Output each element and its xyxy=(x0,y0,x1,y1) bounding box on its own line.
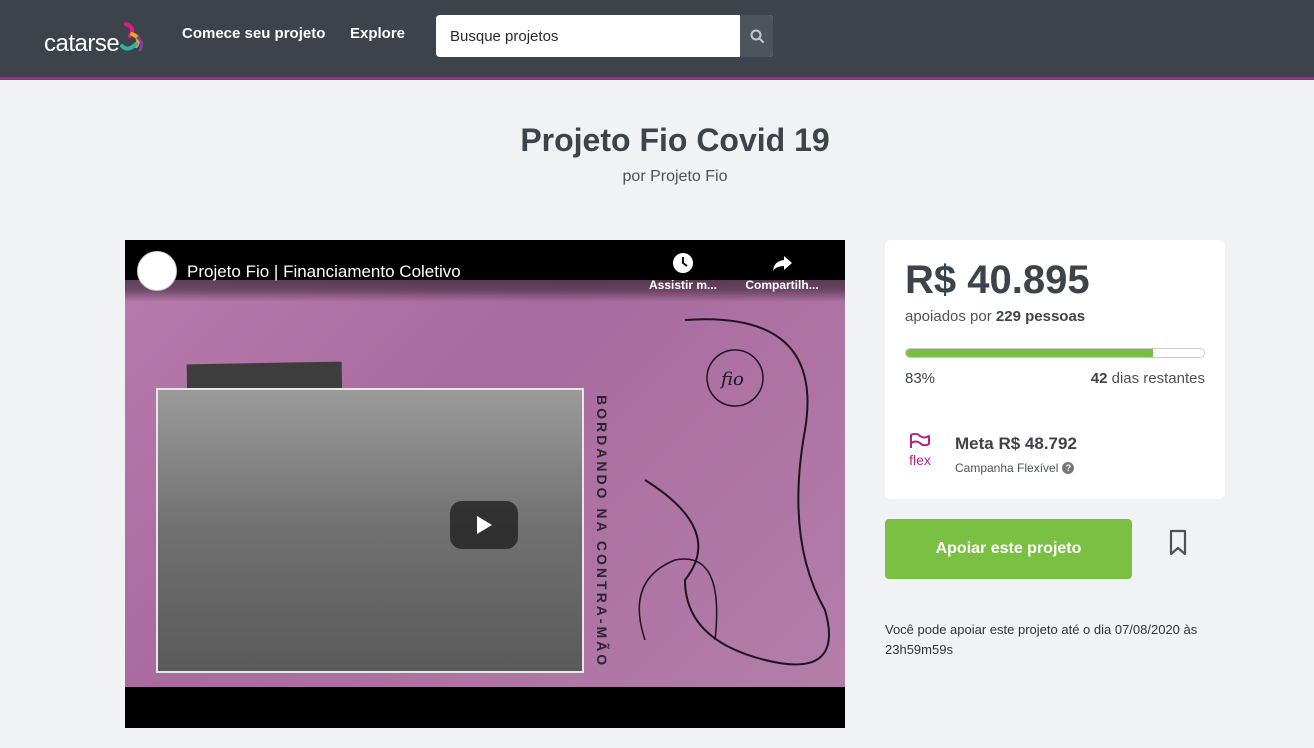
play-button[interactable] xyxy=(450,501,518,549)
progress-fill xyxy=(906,349,1154,357)
backers-prefix: apoiados por xyxy=(905,308,992,325)
fio-logo-text: fio xyxy=(719,369,744,390)
fio-logo-icon: fio xyxy=(706,349,764,407)
video-player[interactable]: BORDANDO NA CONTRA-MÃO fio Projeto Fio |… xyxy=(125,240,845,728)
share-icon xyxy=(773,256,792,271)
flex-badge: flex xyxy=(905,432,935,468)
search-icon xyxy=(750,29,764,43)
video-title[interactable]: Projeto Fio | Financiamento Coletivo xyxy=(187,262,461,282)
campaign-type: Campanha Flexível ? xyxy=(955,461,1075,475)
catarse-logo[interactable]: catarse xyxy=(44,22,146,58)
days-label: dias restantes xyxy=(1111,370,1205,387)
logo-text: catarse xyxy=(44,30,120,57)
video-topbar: Projeto Fio | Financiamento Coletivo Ass… xyxy=(125,240,845,302)
flex-badge-label: flex xyxy=(909,452,931,468)
vertical-tagline: BORDANDO NA CONTRA-MÃO xyxy=(594,395,610,669)
support-project-button[interactable]: Apoiar este projeto xyxy=(885,519,1132,579)
campaign-type-label: Campanha Flexível xyxy=(955,461,1059,475)
funded-percent: 83% xyxy=(905,370,936,387)
pledged-amount: R$ 40.895 xyxy=(905,258,1090,302)
bookmark-icon[interactable] xyxy=(1167,529,1189,557)
funding-progress-bar xyxy=(905,348,1205,358)
nav-explore-link[interactable]: Explore xyxy=(350,25,405,42)
video-thumbnail: BORDANDO NA CONTRA-MÃO fio xyxy=(125,280,845,687)
project-owner[interactable]: por Projeto Fio xyxy=(0,168,1314,186)
backers-count: 229 pessoas xyxy=(995,308,1086,325)
watch-later-button[interactable]: Assistir m... xyxy=(643,252,723,292)
project-title: Projeto Fio Covid 19 xyxy=(520,122,830,158)
group-photo xyxy=(156,388,584,673)
deadline-text: Você pode apoiar este projeto até o dia … xyxy=(885,622,1198,657)
days-remaining: 42 dias restantes xyxy=(1091,370,1205,387)
share-label: Compartilh... xyxy=(745,278,819,292)
clock-icon xyxy=(673,253,693,273)
top-navbar: catarse Comece seu projeto Explore xyxy=(0,0,1314,80)
search-input[interactable] xyxy=(436,15,740,57)
funding-stats-card: R$ 40.895 apoiados por 229 pessoas 83% 4… xyxy=(885,240,1225,499)
watch-later-label: Assistir m... xyxy=(648,278,718,292)
logo-mark-icon xyxy=(120,22,144,52)
flag-icon xyxy=(910,432,930,448)
play-icon xyxy=(477,516,492,534)
channel-avatar[interactable] xyxy=(137,251,177,291)
days-count: 42 xyxy=(1090,370,1108,387)
backers-info: apoiados por 229 pessoas xyxy=(905,308,1085,325)
share-button[interactable]: Compartilh... xyxy=(742,252,822,292)
search-bar xyxy=(436,15,773,57)
goal-amount: Meta R$ 48.792 xyxy=(955,434,1077,453)
search-button[interactable] xyxy=(740,15,773,57)
nav-start-project-link[interactable]: Comece seu projeto xyxy=(182,25,325,42)
help-icon[interactable]: ? xyxy=(1062,462,1075,474)
